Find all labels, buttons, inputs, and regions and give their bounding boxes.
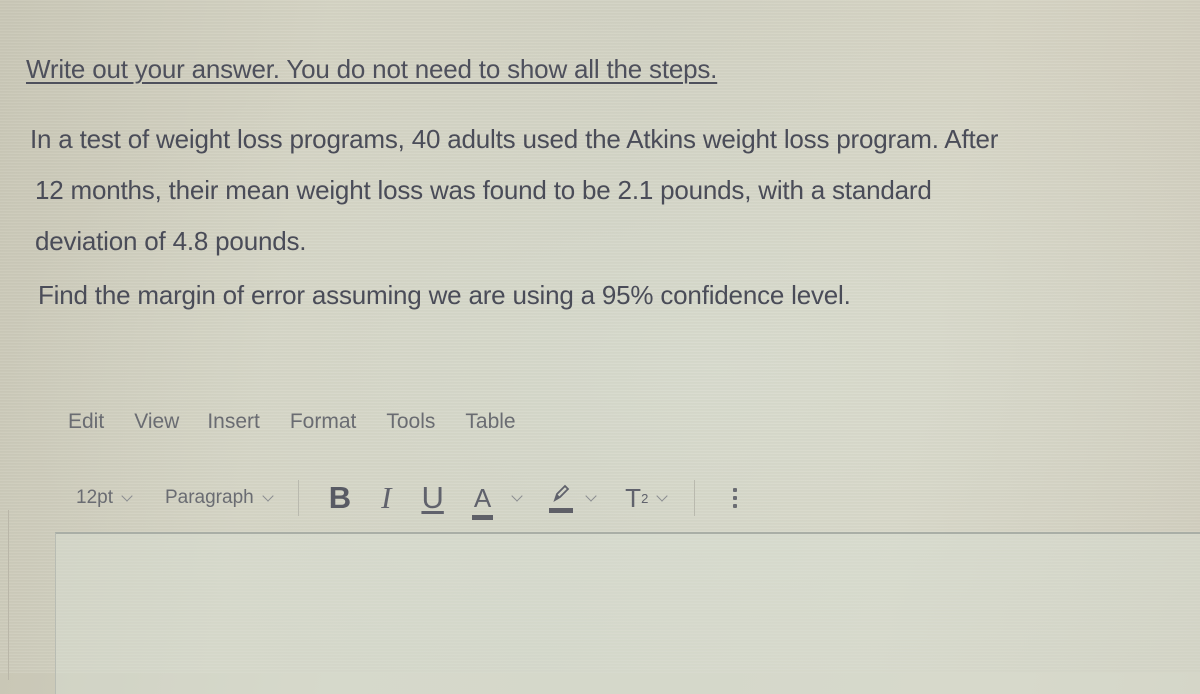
chevron-down-icon	[121, 489, 133, 502]
block-format-value: Paragraph	[164, 487, 254, 508]
question-prompt: Find the margin of error assuming we are…	[38, 280, 851, 310]
menu-insert[interactable]: Insert	[207, 410, 260, 434]
bold-button[interactable]: B	[329, 480, 351, 516]
superscript-chevron-down-icon[interactable]	[656, 489, 668, 502]
font-size-value: 12pt	[76, 487, 113, 508]
menu-view[interactable]: View	[134, 410, 179, 434]
answer-editor-area[interactable]	[55, 532, 1200, 694]
superscript-button[interactable]: T2	[625, 483, 648, 514]
menu-tools[interactable]: Tools	[386, 410, 435, 434]
superscript-exponent: 2	[641, 490, 649, 506]
highlighter-icon	[553, 484, 570, 503]
editor-toolbar: 12pt Paragraph B I U A T2	[76, 478, 738, 520]
highlight-chevron-down-icon[interactable]	[585, 489, 597, 502]
superscript-base: T	[625, 482, 642, 513]
text-color-chevron-down-icon[interactable]	[511, 489, 523, 502]
instruction-text: Write out your answer. You do not need t…	[26, 54, 718, 84]
question-line-1: In a test of weight loss programs, 40 ad…	[30, 124, 999, 154]
toolbar-divider	[694, 480, 696, 516]
question-line-3: deviation of 4.8 pounds.	[35, 226, 307, 256]
menu-edit[interactable]: Edit	[68, 410, 104, 434]
frame-edge	[8, 510, 9, 680]
question-line-2: 12 months, their mean weight loss was fo…	[35, 175, 932, 205]
font-size-select[interactable]: 12pt	[76, 487, 133, 509]
highlight-color-button[interactable]	[549, 483, 574, 513]
underline-button[interactable]: U	[421, 480, 443, 516]
menu-format[interactable]: Format	[290, 410, 357, 434]
editor-menubar: Edit View Insert Format Tools Table	[68, 410, 546, 434]
question-body: In a test of weight loss programs, 40 ad…	[30, 114, 1190, 267]
chevron-down-icon	[262, 489, 274, 502]
toolbar-divider	[297, 480, 299, 516]
menu-table[interactable]: Table	[465, 410, 515, 434]
italic-button[interactable]: I	[381, 480, 391, 516]
text-color-button[interactable]: A	[471, 483, 494, 520]
more-options-icon[interactable]	[733, 488, 738, 508]
block-format-select[interactable]: Paragraph	[164, 487, 274, 509]
